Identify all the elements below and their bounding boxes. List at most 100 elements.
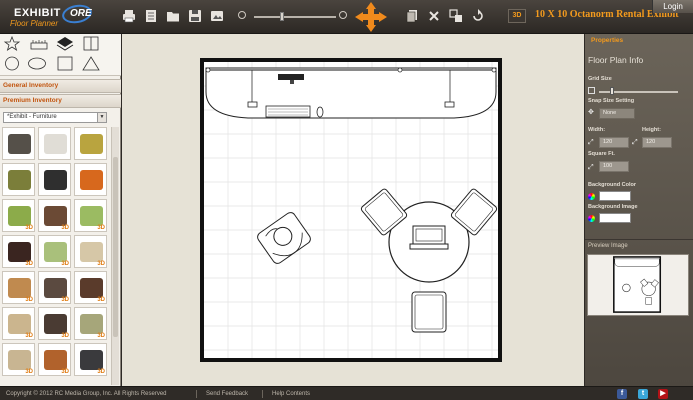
badge-3d: 3D [61, 369, 69, 375]
layers-icon[interactable] [56, 36, 74, 51]
inventory-item[interactable]: 3D [2, 343, 35, 376]
zoom-out-icon[interactable] [238, 11, 246, 19]
badge-3d: 3D [97, 333, 105, 339]
inventory-item[interactable]: 3D [74, 307, 107, 340]
preview-image [587, 254, 689, 316]
inventory-item[interactable]: 3D [2, 235, 35, 268]
color-wheel-icon[interactable] [588, 193, 595, 200]
image-export-icon[interactable] [210, 9, 224, 23]
group-icon[interactable] [449, 9, 463, 23]
inventory-item[interactable] [38, 127, 71, 160]
copy-icon[interactable] [405, 9, 419, 23]
badge-3d: 3D [61, 225, 69, 231]
resize-icon: ⤢ [588, 139, 594, 146]
lamp-base[interactable] [247, 101, 258, 108]
lamp-base[interactable] [444, 101, 455, 108]
delete-icon[interactable] [427, 9, 441, 23]
help-contents-link[interactable]: Help Contents [272, 387, 310, 400]
category-select[interactable]: *Exhibit - Furniture ▼ [3, 112, 107, 123]
furniture-thumbnail [44, 278, 67, 298]
inventory-item[interactable]: 3D [2, 199, 35, 232]
inventory-item[interactable] [2, 163, 35, 196]
zoom-slider-knob[interactable] [280, 12, 284, 21]
mouse[interactable] [316, 106, 324, 118]
zoom-in-icon[interactable] [339, 11, 347, 19]
person-figure[interactable] [256, 211, 313, 266]
inventory-scrollbar-thumb[interactable] [113, 157, 118, 337]
circle-icon[interactable] [3, 56, 21, 71]
inventory-item[interactable]: 3D [74, 343, 107, 376]
folder-open-icon[interactable] [166, 9, 180, 23]
inventory-item[interactable]: 3D [2, 307, 35, 340]
top-toolbar: EXHIBIT ORE Floor Planner 3D 10 X 10 Oct… [0, 0, 693, 34]
inventory-item[interactable]: 3D [2, 271, 35, 304]
save-icon[interactable] [188, 9, 202, 23]
keyboard[interactable] [265, 105, 311, 118]
badge-3d: 3D [61, 297, 69, 303]
rail-post [205, 67, 211, 73]
chevron-down-icon[interactable]: ▼ [97, 113, 106, 122]
monitor[interactable] [278, 74, 304, 80]
inventory-item[interactable] [74, 127, 107, 160]
facebook-icon[interactable]: f [617, 389, 627, 399]
grid-size-slider-knob[interactable] [610, 87, 615, 95]
login-button[interactable]: Login [652, 0, 693, 13]
snap-size-select[interactable]: None [599, 108, 635, 119]
badge-3d: 3D [25, 333, 33, 339]
color-wheel-icon[interactable] [588, 215, 595, 222]
send-feedback-link[interactable]: Send Feedback [206, 387, 248, 400]
square-icon[interactable] [56, 56, 74, 71]
furniture-thumbnail [8, 206, 31, 226]
inventory-item[interactable]: 3D [38, 307, 71, 340]
background-color-swatch[interactable] [599, 191, 631, 201]
inventory-item[interactable] [38, 163, 71, 196]
laptop[interactable] [409, 225, 449, 250]
inventory-item[interactable]: 3D [38, 235, 71, 268]
inventory-item[interactable]: 3D [74, 199, 107, 232]
inventory-item[interactable]: 3D [38, 199, 71, 232]
background-image-swatch[interactable] [599, 213, 631, 223]
inventory-item[interactable]: 3D [38, 271, 71, 304]
height-field[interactable]: 120 [642, 137, 672, 148]
inventory-panel: General Inventory Premium Inventory *Exh… [0, 34, 121, 386]
inventory-item[interactable]: 3D [74, 235, 107, 268]
floorplan-view-icon[interactable] [82, 36, 100, 51]
badge-3d: 3D [25, 369, 33, 375]
background-color-label: Background Color [588, 182, 636, 188]
badge-3d: 3D [61, 261, 69, 267]
document-icon[interactable] [144, 9, 158, 23]
triangle-icon[interactable] [82, 56, 100, 71]
general-inventory-header[interactable]: General Inventory [0, 79, 121, 93]
badge-3d: 3D [61, 333, 69, 339]
booth-floorplan[interactable] [200, 58, 502, 362]
furniture-thumbnail [80, 134, 103, 154]
chair[interactable] [411, 291, 447, 333]
inventory-item[interactable]: 3D [38, 343, 71, 376]
badge-3d: 3D [25, 225, 33, 231]
floorplan-canvas[interactable] [122, 34, 584, 386]
furniture-thumbnail [80, 242, 103, 262]
ellipse-icon[interactable] [28, 56, 46, 71]
furniture-thumbnail [8, 134, 31, 154]
zoom-slider[interactable] [254, 16, 336, 18]
premium-inventory-header[interactable]: Premium Inventory [0, 94, 121, 108]
grid-icon [588, 87, 595, 94]
star-icon[interactable] [3, 35, 21, 51]
furniture-thumbnail [80, 278, 103, 298]
view-3d-button[interactable]: 3D [508, 9, 526, 23]
ruler-icon[interactable] [30, 36, 48, 51]
youtube-icon[interactable]: ▶ [658, 389, 668, 399]
furniture-thumbnail [44, 134, 67, 154]
inventory-item[interactable]: 3D [74, 271, 107, 304]
rotate-icon[interactable] [471, 9, 485, 23]
width-field[interactable]: 120 [599, 137, 629, 148]
move-arrows-icon[interactable] [355, 2, 387, 32]
snap-size-value: None [603, 110, 617, 116]
inventory-item[interactable] [2, 127, 35, 160]
square-ft-label: Square Ft. [588, 151, 615, 157]
inventory-item[interactable] [74, 163, 107, 196]
back-wall-counter[interactable] [205, 67, 497, 119]
inventory-scrollbar[interactable] [111, 127, 119, 385]
twitter-icon[interactable]: t [638, 389, 648, 399]
print-icon[interactable] [122, 9, 136, 23]
